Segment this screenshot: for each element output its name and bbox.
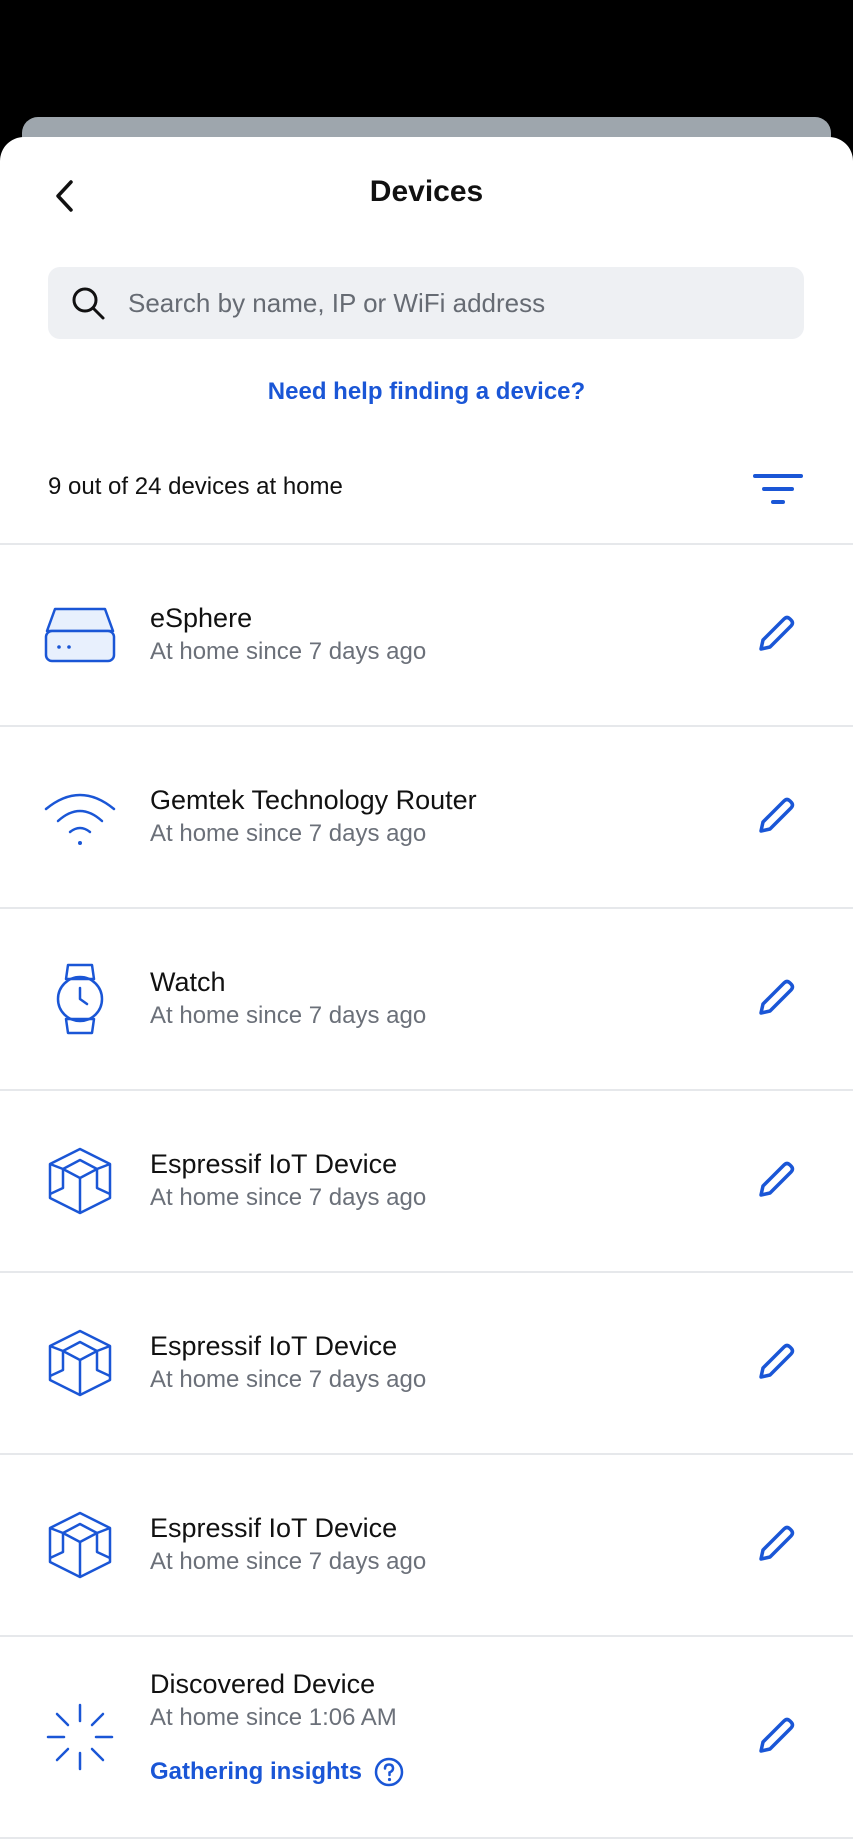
wifi-icon [40, 777, 120, 857]
loading-spinner-icon [40, 1697, 120, 1777]
search-icon [68, 283, 108, 323]
device-count-text: 9 out of 24 devices at home [48, 473, 343, 500]
device-row[interactable]: Gemtek Technology Router At home since 7… [0, 727, 853, 909]
device-status: At home since 1:06 AM [150, 1704, 397, 1731]
header: Devices [0, 137, 853, 249]
device-status: At home since 7 days ago [150, 820, 427, 847]
device-status: At home since 7 days ago [150, 1548, 427, 1575]
search-bar[interactable] [48, 267, 804, 339]
edit-device-button[interactable] [747, 1709, 803, 1765]
pencil-icon [759, 797, 795, 833]
help-finding-device-link[interactable]: Need help finding a device? [0, 378, 853, 406]
device-name: eSphere [150, 603, 253, 633]
device-name: Espressif IoT Device [150, 1513, 398, 1543]
filter-button[interactable] [753, 465, 803, 515]
pencil-icon [759, 1343, 795, 1379]
device-list: eSphere At home since 7 days ago Gemtek … [0, 545, 853, 1839]
device-row[interactable]: eSphere At home since 7 days ago [0, 545, 853, 727]
cube-icon [40, 1505, 120, 1585]
device-status: At home since 7 days ago [150, 1002, 427, 1029]
device-row[interactable]: Espressif IoT Device At home since 7 day… [0, 1273, 853, 1455]
device-row[interactable]: Espressif IoT Device At home since 7 day… [0, 1091, 853, 1273]
pencil-icon [759, 615, 795, 651]
device-row[interactable]: Espressif IoT Device At home since 7 day… [0, 1455, 853, 1637]
edit-device-button[interactable] [747, 789, 803, 845]
gathering-insights-link[interactable]: Gathering insights [150, 1757, 404, 1787]
edit-device-button[interactable] [747, 1517, 803, 1573]
pencil-icon [759, 1161, 795, 1197]
devices-sheet: Devices Need help finding a device? 9 ou… [0, 137, 853, 1844]
edit-device-button[interactable] [747, 607, 803, 663]
device-status: At home since 7 days ago [150, 1366, 427, 1393]
edit-device-button[interactable] [747, 1153, 803, 1209]
device-name: Espressif IoT Device [150, 1331, 398, 1361]
watch-icon [40, 959, 120, 1039]
cube-icon [40, 1323, 120, 1403]
search-input[interactable] [128, 287, 804, 319]
device-name: Espressif IoT Device [150, 1149, 398, 1179]
device-name: Discovered Device [150, 1669, 376, 1699]
edit-device-button[interactable] [747, 1335, 803, 1391]
pencil-icon [759, 1525, 795, 1561]
device-status: At home since 7 days ago [150, 638, 427, 665]
page-title: Devices [369, 175, 484, 208]
pencil-icon [759, 1717, 795, 1753]
device-count-row: 9 out of 24 devices at home [0, 457, 853, 521]
insights-label: Gathering insights [150, 1758, 363, 1785]
device-status: At home since 7 days ago [150, 1184, 427, 1211]
edit-device-button[interactable] [747, 971, 803, 1027]
device-name: Watch [150, 967, 226, 997]
help-circle-icon[interactable] [374, 1757, 404, 1787]
pencil-icon [759, 979, 795, 1015]
hub-icon [40, 595, 120, 675]
filter-icon [753, 474, 803, 504]
device-row[interactable]: Watch At home since 7 days ago [0, 909, 853, 1091]
device-name: Gemtek Technology Router [150, 785, 477, 815]
device-row[interactable]: Discovered Device At home since 1:06 AM … [0, 1637, 853, 1839]
cube-icon [40, 1141, 120, 1221]
